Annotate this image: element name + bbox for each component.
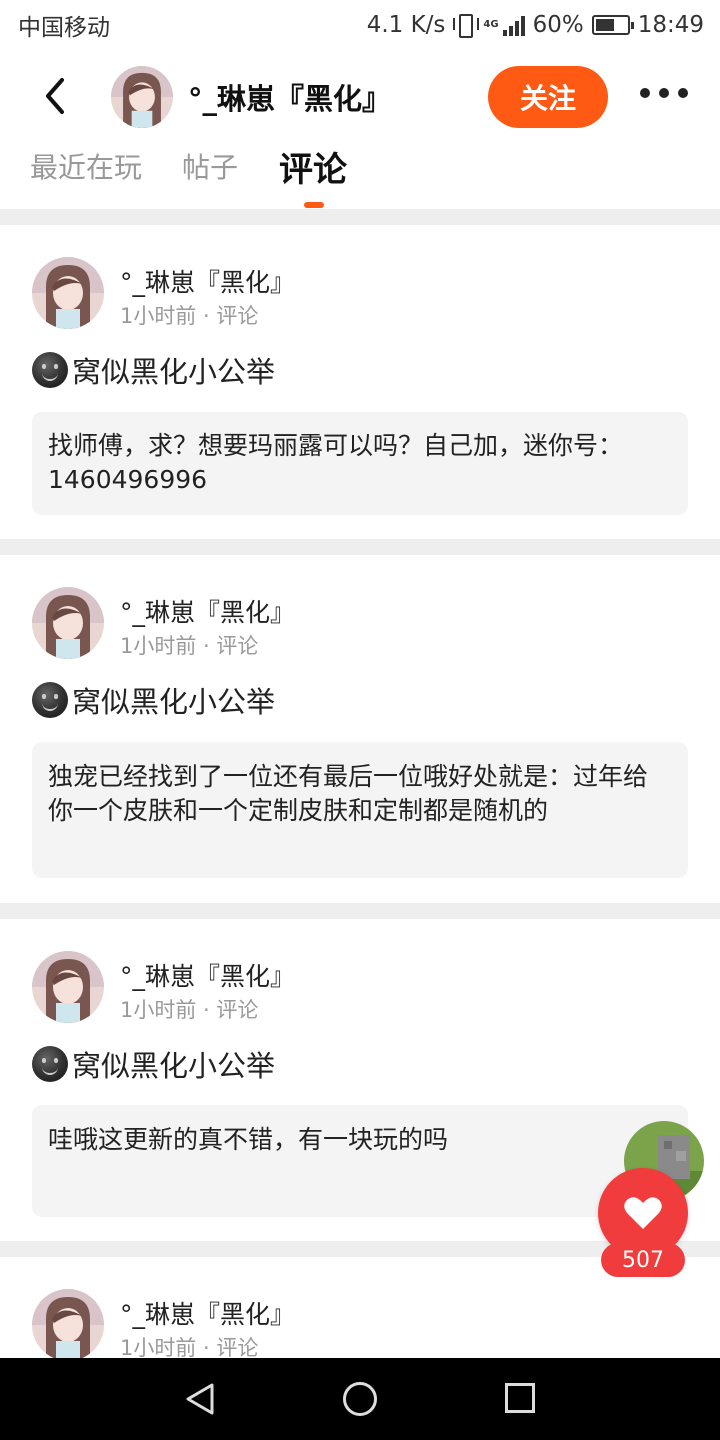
more-dots-icon[interactable] (640, 88, 688, 102)
clock: 18:49 (637, 12, 704, 38)
post-type: 评论 (216, 998, 259, 1022)
post-title: 窝似黑化小公举 (32, 679, 275, 721)
comment-box[interactable]: 哇哦这更新的真不错，有一块玩的吗 (32, 1105, 704, 1217)
profile-header: °_琳崽『黑化』 关注 (0, 58, 720, 134)
post-time: 1小时前 (120, 998, 197, 1022)
post-meta: 1小时前 · 评论 (120, 998, 259, 1022)
avatar[interactable] (111, 66, 173, 128)
nav-home-icon[interactable] (343, 1382, 377, 1416)
avatar[interactable] (32, 587, 104, 659)
divider (0, 903, 720, 919)
post-title: 窝似黑化小公举 (32, 1043, 275, 1085)
heart-icon (624, 1197, 662, 1229)
post-type: 评论 (216, 1336, 259, 1358)
status-bar: 中国移动 4.1 K/s 4G 60% 18:49 (0, 0, 720, 50)
post-title-text: 窝似黑化小公举 (72, 1049, 276, 1083)
smiley-icon (32, 1046, 68, 1082)
network-type: 4G (483, 19, 499, 30)
battery-icon (591, 15, 634, 35)
post-title-text: 窝似黑化小公举 (72, 685, 276, 719)
comment-text: 独宠已经找到了一位还有最后一位哦好处就是：过年给你一个皮肤和一个定制皮肤和定制都… (48, 762, 649, 825)
post-meta: 1小时前 · 评论 (120, 304, 259, 328)
tab-posts[interactable]: 帖子 (182, 146, 238, 186)
post-type: 评论 (216, 634, 259, 658)
tab-comments[interactable]: 评论 (279, 142, 347, 191)
nav-back-icon[interactable] (184, 1382, 216, 1416)
post-time: 1小时前 (120, 304, 197, 328)
comment-box[interactable]: 独宠已经找到了一位还有最后一位哦好处就是：过年给你一个皮肤和一个定制皮肤和定制都… (32, 742, 688, 878)
comment-card[interactable]: °_琳崽『黑化』 1小时前 · 评论 窝似黑化小公举 找师傅，求？想要玛丽露可以… (0, 225, 720, 539)
tab-indicator (304, 202, 324, 208)
smiley-icon (32, 682, 68, 718)
post-time: 1小时前 (120, 1336, 197, 1358)
profile-tabs: 最近在玩 帖子 评论 (0, 140, 720, 210)
comment-card[interactable]: °_琳崽『黑化』 1小时前 · 评论 窝似黑化小公举 独宠已经找到了一位还有最后… (0, 555, 720, 903)
follow-button[interactable]: 关注 (488, 66, 608, 128)
divider (0, 539, 720, 555)
chevron-left-icon[interactable] (36, 74, 76, 118)
avatar[interactable] (32, 257, 104, 329)
nav-recent-apps-icon[interactable] (505, 1383, 535, 1413)
signal-icon (502, 14, 525, 36)
username: °_琳崽『黑化』 (120, 1300, 296, 1329)
carrier-label: 中国移动 (18, 15, 110, 41)
status-indicators: 4.1 K/s 4G 60% 18:49 (367, 12, 704, 38)
system-nav-bar (0, 1358, 720, 1440)
like-count: 507 (601, 1243, 685, 1277)
profile-name: °_琳崽『黑化』 (188, 82, 392, 116)
comment-text: 哇哦这更新的真不错，有一块玩的吗 (48, 1125, 449, 1154)
post-type: 评论 (216, 304, 259, 328)
avatar[interactable] (32, 951, 104, 1023)
post-meta: 1小时前 · 评论 (120, 634, 259, 658)
post-time: 1小时前 (120, 634, 197, 658)
username: °_琳崽『黑化』 (120, 598, 296, 627)
vibrate-icon (453, 12, 480, 38)
post-title: 窝似黑化小公举 (32, 349, 275, 391)
avatar[interactable] (32, 1289, 104, 1358)
comment-box[interactable]: 找师傅，求？想要玛丽露可以吗？自己加，迷你号：1460496996 (32, 412, 688, 515)
username: °_琳崽『黑化』 (120, 268, 296, 297)
post-meta: 1小时前 · 评论 (120, 1336, 259, 1358)
smiley-icon (32, 352, 68, 388)
battery-percent: 60% (532, 12, 584, 38)
network-speed: 4.1 K/s (366, 12, 446, 38)
post-title-text: 窝似黑化小公举 (72, 355, 276, 389)
divider (0, 209, 720, 225)
tab-recent-play[interactable]: 最近在玩 (30, 146, 142, 186)
comment-text: 找师傅，求？想要玛丽露可以吗？自己加，迷你号：1460496996 (48, 431, 624, 494)
username: °_琳崽『黑化』 (120, 962, 296, 991)
